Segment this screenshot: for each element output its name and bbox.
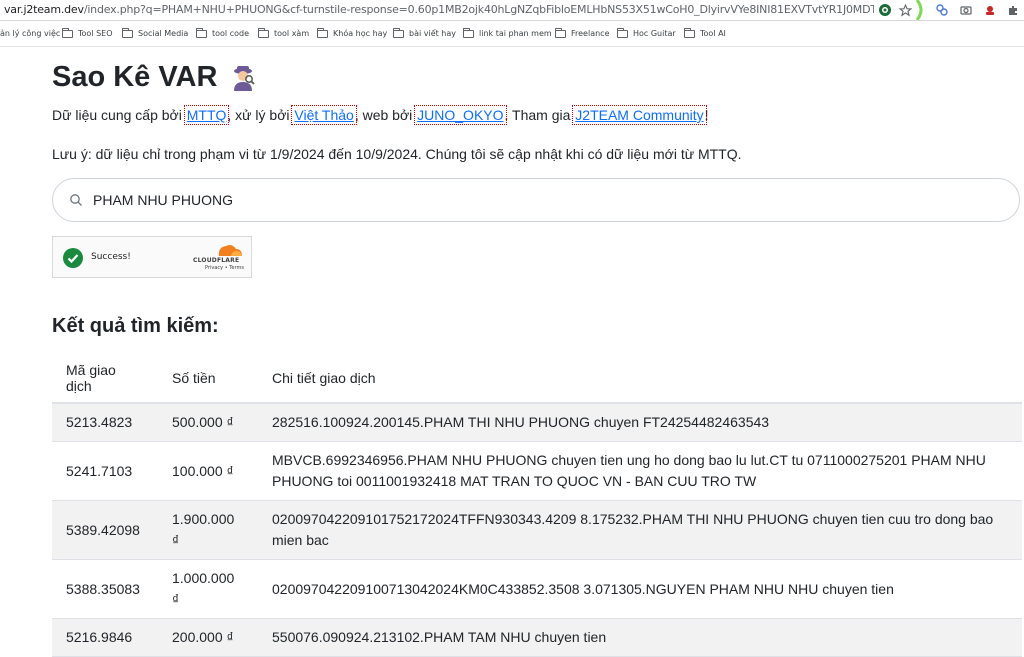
transaction-id: 5389.42098 [52, 500, 158, 560]
bookmark-label: Tool AI [700, 29, 726, 38]
amount: 500.000 ₫ [158, 403, 258, 442]
column-header-transaction-id: Mã giao dịch [52, 354, 158, 404]
credits-text: ! [704, 107, 709, 123]
amount: 1.900.000 ₫ [158, 500, 258, 560]
address-bar[interactable]: var.j2team.dev/index.php?q=PHAM+NHU+PHUO… [0, 0, 1024, 21]
amount: 1.000.000 ₫ [158, 559, 258, 619]
juno-okyo-link[interactable]: JUNO_OKYO [414, 105, 507, 125]
credits-text: . Tham gia [504, 107, 575, 123]
url-path: /index.php?q=PHAM+NHU+PHUONG&cf-turnstil… [83, 3, 874, 16]
bookmark-folder[interactable]: ản lý công việc [0, 26, 60, 41]
amount: 200.000 ₫ [158, 618, 258, 657]
transaction-detail: MBVCB.6992346956.PHAM NHU PHUONG chuyen … [258, 441, 1022, 501]
site-settings-icon[interactable] [877, 2, 893, 18]
privacy-terms-links[interactable]: Privacy • Terms [205, 265, 244, 271]
bookmark-label: ản lý công việc [0, 29, 61, 38]
table-header-row: Mã giao dịch Số tiền Chi tiết giao dịch [52, 354, 1022, 404]
folder-icon [258, 27, 269, 38]
transaction-id: 5388.35083 [52, 559, 158, 619]
column-header-detail: Chi tiết giao dịch [258, 354, 1022, 404]
search-box[interactable] [52, 178, 1020, 222]
amount: 100.000 ₫ [158, 441, 258, 501]
folder-icon [617, 27, 628, 38]
bookmark-label: Freelance [571, 29, 610, 38]
credits-line: Dữ liệu cung cấp bởi MTTQ, xử lý bởi Việ… [52, 105, 709, 125]
page-title: Sao Kê VAR [52, 61, 257, 94]
page-title-text: Sao Kê VAR [52, 61, 218, 93]
bookmark-label: bài viết hay [409, 29, 457, 38]
bookmark-folder[interactable]: Tool SEO [62, 26, 113, 41]
bookmark-star-icon[interactable] [897, 2, 913, 18]
extensions-puzzle-icon[interactable] [1005, 2, 1021, 18]
detective-icon [229, 64, 257, 92]
column-header-amount: Số tiền [158, 354, 258, 404]
table-row: 5213.4823 500.000 ₫ 282516.100924.200145… [52, 403, 1022, 442]
transaction-detail: 550076.090924.213102.PHAM TAM NHU chuyen… [258, 618, 1022, 657]
viet-thao-link[interactable]: Việt Thảo [291, 105, 357, 125]
credits-text: , xử lý bởi [227, 107, 294, 123]
page-content: Sao Kê VAR Dữ liệu cung cấp bởi MTTQ, xử… [0, 47, 1024, 657]
table-row: 5241.7103 100.000 ₫ MBVCB.6992346956.PHA… [52, 441, 1022, 501]
extension-red-icon[interactable] [982, 2, 998, 18]
mttq-link[interactable]: MTTQ [183, 105, 230, 125]
transaction-detail: 282516.100924.200145.PHAM THI NHU PHUONG… [258, 403, 1022, 442]
search-input[interactable] [91, 191, 975, 209]
bookmark-label: Social Media [138, 29, 189, 38]
bookmark-label: Hoc Guitar [633, 29, 676, 38]
transaction-detail: 020097042209101752172024TFFN930343.4209 … [258, 500, 1022, 560]
credits-text: Dữ liệu cung cấp bởi [52, 107, 186, 123]
success-check-icon [63, 248, 83, 268]
transaction-id: 5216.9846 [52, 618, 158, 657]
green-accent [915, 0, 925, 20]
folder-icon [555, 27, 566, 38]
bookmark-folder[interactable]: Khóa học hay [317, 26, 387, 41]
results-heading: Kết quả tìm kiếm: [52, 315, 219, 337]
bookmarks-bar: ản lý công việc Tool SEO Social Media to… [0, 21, 1024, 47]
folder-icon [463, 27, 474, 38]
table-row: 5388.35083 1.000.000 ₫ 02009704220910071… [52, 559, 1022, 619]
bookmark-label: Tool SEO [78, 29, 113, 38]
folder-icon [393, 27, 404, 38]
extension-link-icon[interactable] [934, 2, 950, 18]
table-row: 5216.9846 200.000 ₫ 550076.090924.213102… [52, 618, 1022, 657]
folder-icon [196, 27, 207, 38]
cloud-icon [218, 245, 242, 256]
cloudflare-logo: CLOUDFLARE Privacy • Terms [193, 243, 245, 273]
url-host: var.j2team.dev [4, 3, 84, 16]
cloudflare-turnstile-widget[interactable]: Success! CLOUDFLARE Privacy • Terms [52, 236, 252, 278]
bookmark-label: tool xàm [274, 29, 310, 38]
bookmark-label: link tai phan mem [479, 29, 552, 38]
transaction-detail: 020097042209100713042024KM0C433852.3508 … [258, 559, 1022, 619]
bookmark-label: Khóa học hay [333, 29, 388, 38]
transaction-id: 5241.7103 [52, 441, 158, 501]
cloudflare-wordmark: CLOUDFLARE [193, 257, 240, 264]
bookmark-folder[interactable]: tool xàm [258, 26, 309, 41]
table-row: 5389.42098 1.900.000 ₫ 02009704220910175… [52, 500, 1022, 560]
bookmark-folder[interactable]: Social Media [122, 26, 188, 41]
folder-icon [684, 27, 695, 38]
bookmark-folder[interactable]: Freelance [555, 26, 610, 41]
bookmark-folder[interactable]: tool code [196, 26, 249, 41]
bookmark-folder[interactable]: Tool AI [684, 26, 726, 41]
results-table: Mã giao dịch Số tiền Chi tiết giao dịch … [52, 354, 1022, 657]
bookmark-label: tool code [212, 29, 249, 38]
browser-chrome: var.j2team.dev/index.php?q=PHAM+NHU+PHUO… [0, 0, 1024, 47]
credits-text: , web bởi [354, 107, 417, 123]
j2team-community-link[interactable]: J2TEAM Community [572, 105, 707, 125]
folder-icon [62, 27, 73, 38]
data-range-note: Lưu ý: dữ liệu chỉ trong phạm vi từ 1/9/… [52, 146, 742, 162]
folder-icon [122, 27, 133, 38]
bookmark-folder[interactable]: link tai phan mem [463, 26, 552, 41]
bookmark-folder[interactable]: Hoc Guitar [617, 26, 676, 41]
bookmark-folder[interactable]: bài viết hay [393, 26, 456, 41]
url-text[interactable]: var.j2team.dev/index.php?q=PHAM+NHU+PHUO… [4, 3, 874, 16]
turnstile-status: Success! [91, 252, 131, 262]
folder-icon [317, 27, 328, 38]
camera-icon[interactable] [958, 2, 974, 18]
transaction-id: 5213.4823 [52, 403, 158, 442]
search-icon [69, 193, 83, 207]
